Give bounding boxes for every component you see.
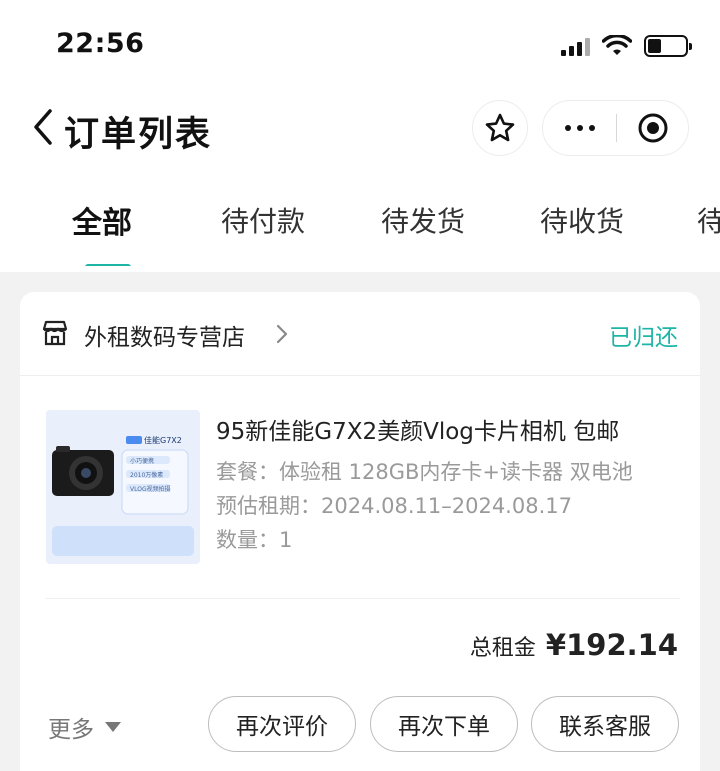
total-amount: ¥192.14 xyxy=(545,628,678,662)
feature-text: 小巧便携 xyxy=(130,457,154,465)
store-icon xyxy=(42,320,68,346)
top-header: 22:56 订单列表 全部 待付款 待发货 待收货 待 xyxy=(0,0,720,272)
more-options-button[interactable] xyxy=(543,101,616,155)
product-quantity: 数量：1 xyxy=(216,528,293,552)
shop-header[interactable]: 外租数码专营店 已归还 xyxy=(20,292,700,376)
star-icon xyxy=(485,113,515,142)
product-title[interactable]: 95新佳能G7X2美颜Vlog卡片相机 包邮 xyxy=(216,412,619,446)
page-title: 订单列表 xyxy=(64,115,213,155)
battery-icon xyxy=(644,35,692,57)
back-button[interactable] xyxy=(28,104,58,150)
miniapp-capsule xyxy=(542,100,689,156)
status-icons xyxy=(561,32,692,60)
contact-support-button[interactable]: 联系客服 xyxy=(531,696,679,752)
more-label: 更多 xyxy=(48,717,94,743)
camera-product-image: 佳能G7X2 小巧便携 2010万像素 VLOG视频拍摄 xyxy=(46,410,200,564)
reorder-button[interactable]: 再次下单 xyxy=(370,696,518,752)
tab-pending-shipment[interactable]: 待发货 xyxy=(381,200,465,240)
chevron-right-icon xyxy=(276,324,288,344)
product-thumbnail[interactable]: 佳能G7X2 小巧便携 2010万像素 VLOG视频拍摄 xyxy=(46,410,200,564)
dot-icon xyxy=(564,125,571,131)
active-tab-indicator xyxy=(85,264,131,266)
card-divider xyxy=(46,598,680,599)
tab-pending-receipt[interactable]: 待收货 xyxy=(540,200,624,240)
status-time: 22:56 xyxy=(56,28,145,59)
target-circle-icon xyxy=(638,113,667,143)
rental-period: 预估租期：2024.08.11–2024.08.17 xyxy=(216,494,572,518)
dot-icon xyxy=(576,125,583,131)
product-package: 套餐：体验租 128GB内存卡+读卡器 双电池 xyxy=(216,460,633,484)
wifi-icon xyxy=(602,35,632,55)
order-tabs: 全部 待付款 待发货 待收货 待 xyxy=(0,186,720,266)
order-status-badge: 已归还 xyxy=(609,325,678,351)
feature-text: VLOG视频拍摄 xyxy=(130,485,171,493)
order-card: 外租数码专营店 已归还 佳能G7X2 小巧便携 2010万像素 VLOG视频拍摄… xyxy=(20,292,700,771)
review-again-button[interactable]: 再次评价 xyxy=(208,696,356,752)
signal-icon xyxy=(561,36,590,56)
tab-more-partial[interactable]: 待 xyxy=(697,200,720,240)
total-rent: 总租金 ¥192.14 xyxy=(470,628,678,662)
tab-pending-payment[interactable]: 待付款 xyxy=(221,200,305,240)
caret-down-icon xyxy=(105,722,121,732)
chevron-left-icon xyxy=(34,109,52,145)
more-actions-dropdown[interactable]: 更多 xyxy=(48,710,122,744)
favorite-button[interactable] xyxy=(472,100,528,156)
tab-all[interactable]: 全部 xyxy=(72,198,132,242)
shop-name: 外租数码专营店 xyxy=(84,325,245,351)
dot-icon xyxy=(588,125,595,131)
feature-text: 2010万像素 xyxy=(130,471,163,479)
close-miniapp-button[interactable] xyxy=(617,101,688,155)
model-badge-text: 佳能G7X2 xyxy=(144,435,182,445)
total-label: 总租金 xyxy=(469,636,536,661)
